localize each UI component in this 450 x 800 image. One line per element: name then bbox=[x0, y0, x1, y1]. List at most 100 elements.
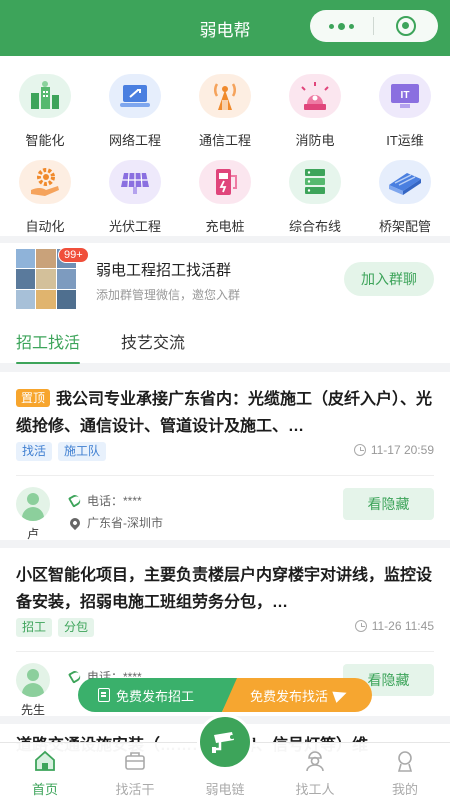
signal-tower-icon bbox=[199, 74, 251, 118]
divider bbox=[16, 651, 434, 652]
publish-buttons: 免费发布招工 免费发布找活 bbox=[78, 678, 372, 712]
post-time: 11-26 11:45 bbox=[354, 619, 434, 633]
join-group-button[interactable]: 加入群聊 bbox=[344, 262, 434, 296]
job-post-card[interactable]: 置顶 我公司专业承接广东省内：光缆施工（皮纤入户）、光缆抢修、通信设计、管道设计及… bbox=[0, 372, 450, 541]
category-label: 消防电 bbox=[295, 133, 335, 148]
category-item[interactable]: 充电桩 bbox=[180, 148, 270, 234]
category-item[interactable]: 光伏工程 bbox=[90, 148, 180, 234]
center-camera-button[interactable] bbox=[197, 714, 253, 770]
clock-icon bbox=[354, 620, 367, 632]
category-label: 通信工程 bbox=[198, 133, 251, 148]
post-tag: 找活 bbox=[16, 442, 53, 461]
nav-label: 找活干 bbox=[115, 782, 155, 797]
post-phone-text: 电话：**** bbox=[87, 494, 142, 508]
post-tag: 招工 bbox=[16, 618, 53, 637]
nav-profile[interactable]: 我的 bbox=[360, 743, 450, 800]
category-label: 桥架配管 bbox=[378, 219, 431, 234]
publish-find-work-label: 免费发布找活 bbox=[250, 688, 329, 704]
category-item[interactable]: 通信工程 bbox=[180, 62, 270, 148]
category-item[interactable]: 桥架配管 bbox=[360, 148, 450, 234]
category-label: IT运维 bbox=[386, 133, 424, 148]
document-icon bbox=[98, 688, 110, 702]
category-item[interactable]: 综合布线 bbox=[270, 148, 360, 234]
post-location-text: 广东省-深圳市 bbox=[87, 516, 163, 530]
post-time-text: 11-26 11:45 bbox=[371, 619, 434, 633]
publish-find-work-button[interactable]: 免费发布找活 bbox=[222, 678, 372, 712]
it-monitor-icon: IT bbox=[379, 74, 431, 118]
tab-skill-exchange[interactable]: 技艺交流 bbox=[121, 329, 185, 353]
nav-label: 首页 bbox=[31, 782, 58, 797]
post-title-text: 我公司专业承接广东省内：光缆施工（皮纤入户）、光缆抢修、通信设计、管道设计及施工… bbox=[16, 391, 433, 435]
worker-icon bbox=[306, 751, 324, 772]
server-rack-icon bbox=[289, 160, 341, 204]
camera-icon bbox=[212, 732, 234, 753]
category-item[interactable]: 消防电 bbox=[270, 62, 360, 148]
category-label: 充电桩 bbox=[205, 219, 245, 234]
close-mini-program-button[interactable] bbox=[374, 10, 438, 42]
target-close-icon bbox=[396, 16, 416, 36]
poster-name: 先生 bbox=[20, 703, 45, 717]
clock-icon bbox=[353, 444, 366, 456]
category-label: 光伏工程 bbox=[108, 219, 161, 234]
app-header: 弱电帮 bbox=[0, 0, 450, 56]
network-laptop-icon bbox=[109, 74, 161, 118]
mini-program-capsule bbox=[310, 10, 438, 42]
send-icon bbox=[332, 687, 349, 703]
more-menu-button[interactable] bbox=[310, 10, 373, 42]
smart-building-icon bbox=[19, 74, 71, 118]
post-time: 11-17 20:59 bbox=[353, 443, 434, 457]
group-subtitle: 添加群管理微信，邀您入群 bbox=[96, 288, 241, 302]
group-banner[interactable]: 99+ 弱电工程招工找活群 添加群管理微信，邀您入群 加入群聊 bbox=[0, 243, 450, 315]
location-pin-icon bbox=[67, 515, 83, 530]
gear-hand-icon bbox=[19, 160, 71, 204]
more-dot-icon bbox=[338, 22, 345, 30]
category-item[interactable]: 自动化 bbox=[0, 148, 90, 234]
post-title: 置顶 我公司专业承接广东省内：光缆施工（皮纤入户）、光缆抢修、通信设计、管道设计及… bbox=[16, 386, 436, 440]
post-tag: 施工队 bbox=[58, 442, 107, 461]
group-name: 弱电工程招工找活群 bbox=[96, 262, 232, 279]
post-tag: 分包 bbox=[58, 618, 95, 637]
fire-alarm-icon bbox=[289, 74, 341, 118]
post-tags: 找活 施工队 bbox=[16, 442, 107, 461]
avatar bbox=[16, 487, 50, 521]
nav-find-work[interactable]: 找活干 bbox=[90, 743, 180, 800]
post-tags: 招工 分包 bbox=[16, 618, 95, 637]
category-label: 自动化 bbox=[25, 219, 65, 234]
svg-text:IT: IT bbox=[401, 90, 410, 101]
publish-recruit-label: 免费发布招工 bbox=[116, 688, 195, 704]
nav-home[interactable]: 首页 bbox=[0, 743, 90, 800]
category-label: 网络工程 bbox=[108, 133, 161, 148]
more-dot-icon bbox=[329, 23, 334, 29]
home-icon bbox=[35, 750, 55, 771]
pinned-badge: 置顶 bbox=[16, 389, 51, 407]
phone-icon bbox=[67, 493, 83, 508]
content-tabs: 招工找活 技艺交流 bbox=[0, 315, 450, 364]
category-item[interactable]: 网络工程 bbox=[90, 62, 180, 148]
category-label: 智能化 bbox=[25, 133, 65, 148]
briefcase-icon bbox=[125, 752, 145, 770]
post-time-text: 11-17 20:59 bbox=[370, 443, 434, 457]
more-dot-icon bbox=[349, 23, 354, 29]
avatar bbox=[16, 663, 50, 697]
category-label: 综合布线 bbox=[288, 219, 341, 234]
solar-panel-icon bbox=[109, 160, 161, 204]
profile-icon bbox=[397, 751, 413, 772]
poster-name: 卢 bbox=[26, 527, 39, 541]
charging-pile-icon bbox=[199, 160, 251, 204]
unread-badge: 99+ bbox=[58, 247, 89, 263]
category-grid: 智能化 网络工程 通信工程 消防电 IT IT运维 自动化 光伏工程 充电桩 综… bbox=[0, 56, 450, 236]
post-title-text: 小区智能化项目，主要负责楼层户内穿楼宇对讲线，监控设备安装，招弱电施工班组劳务分… bbox=[16, 567, 433, 611]
post-location: 广东省-深圳市 bbox=[67, 514, 163, 531]
category-item[interactable]: 智能化 bbox=[0, 62, 90, 148]
nav-label: 我的 bbox=[391, 782, 418, 797]
category-item[interactable]: IT IT运维 bbox=[360, 62, 450, 148]
divider bbox=[16, 475, 434, 476]
tab-recruit-find-work[interactable]: 招工找活 bbox=[16, 329, 81, 364]
post-title: 小区智能化项目，主要负责楼层户内穿楼宇对讲线，监控设备安装，招弱电施工班组劳务分… bbox=[16, 562, 436, 616]
cable-tray-icon bbox=[379, 160, 431, 204]
post-phone: 电话：**** bbox=[67, 492, 142, 509]
nav-label: 找工人 bbox=[295, 782, 335, 797]
nav-find-workers[interactable]: 找工人 bbox=[270, 743, 360, 800]
publish-recruit-button[interactable]: 免费发布招工 bbox=[78, 678, 238, 712]
view-hidden-button[interactable]: 看隐藏 bbox=[343, 488, 434, 520]
